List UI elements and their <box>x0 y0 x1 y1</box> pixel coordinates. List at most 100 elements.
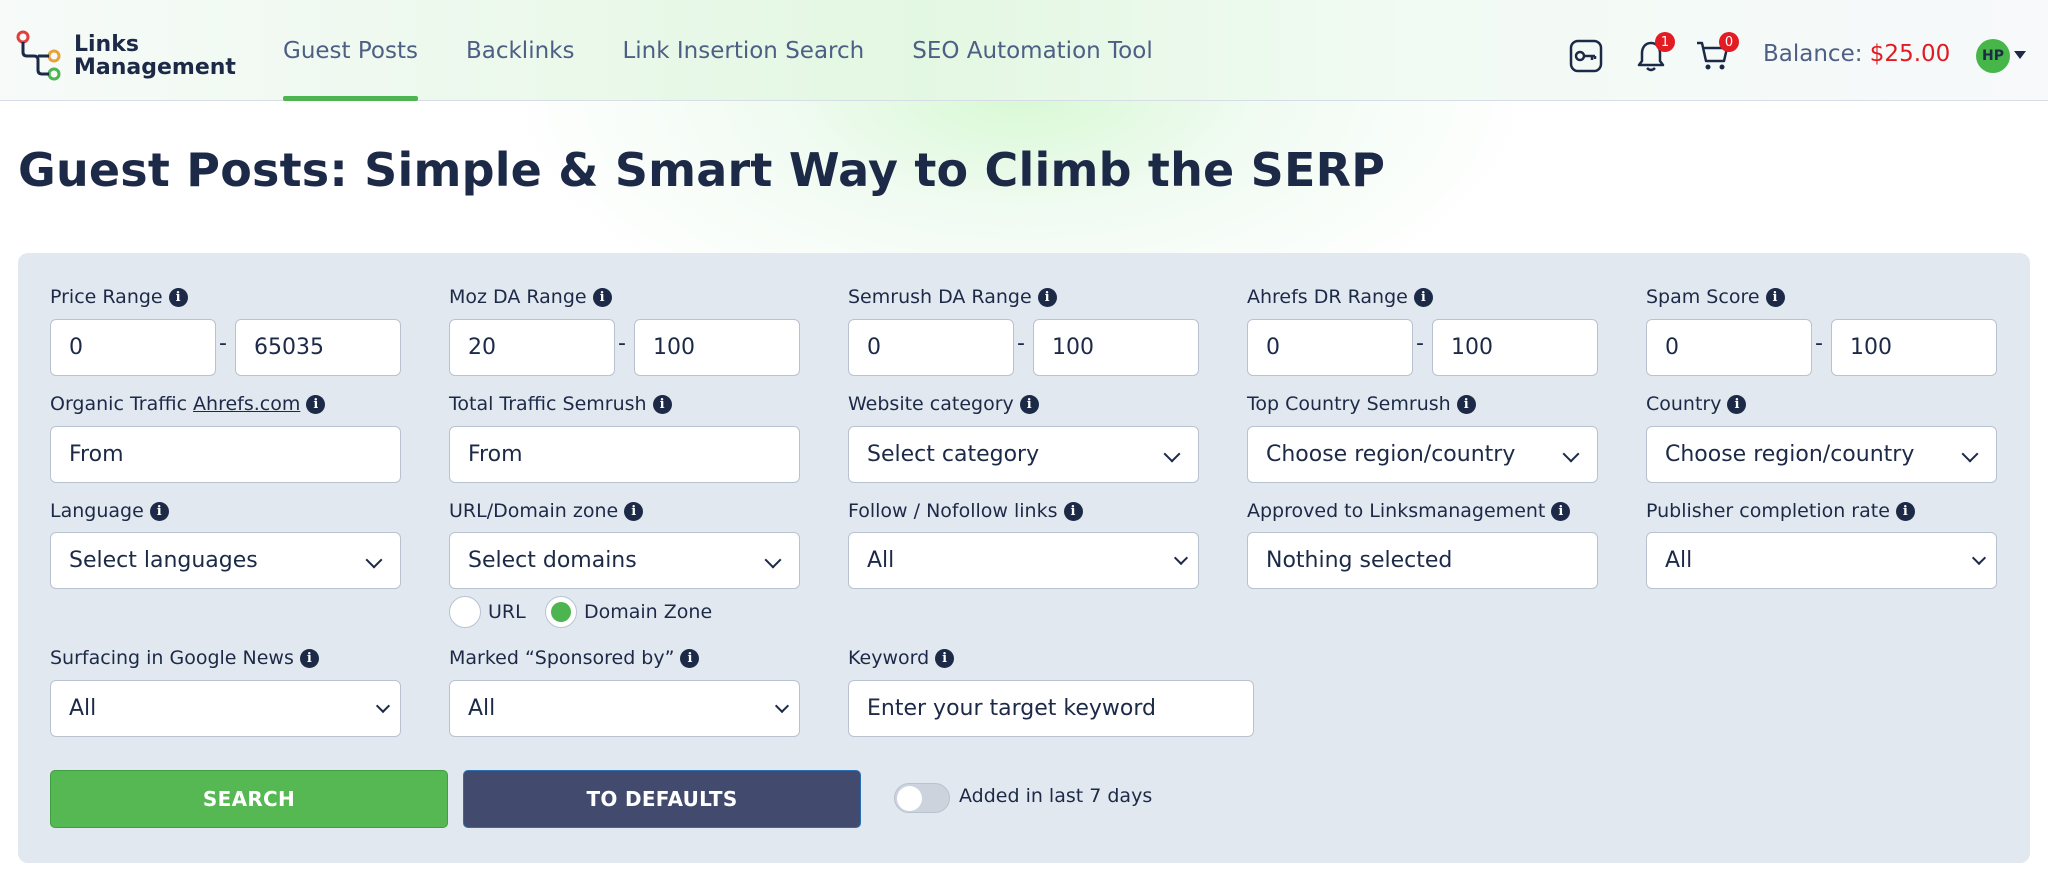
url-radio[interactable] <box>449 596 481 628</box>
info-icon[interactable]: i <box>1063 501 1083 521</box>
notifications-badge: 1 <box>1655 32 1675 52</box>
logo[interactable]: Links Management <box>16 28 246 84</box>
balance-label: Balance: <box>1763 41 1863 67</box>
google-news-label: Surfacing in Google News i <box>50 647 319 669</box>
follow-label: Follow / Nofollow links i <box>848 500 1083 522</box>
price-min-input[interactable]: 0 <box>50 319 216 376</box>
ahrefs-dr-min-input[interactable]: 0 <box>1247 319 1413 376</box>
approved-label: Approved to Linksmanagement i <box>1247 500 1571 522</box>
cart-badge: 0 <box>1719 32 1739 52</box>
country-label-text: Country <box>1646 393 1722 415</box>
info-icon[interactable]: i <box>299 648 319 668</box>
language-value: Select languages <box>69 548 258 573</box>
chevron-down-icon <box>1562 445 1580 463</box>
domains-select[interactable]: Select domains <box>449 532 800 589</box>
domain-zone-radio-label[interactable]: Domain Zone <box>584 601 712 623</box>
chevron-down-icon <box>365 551 383 569</box>
moz-da-label: Moz DA Range i <box>449 286 612 308</box>
spam-score-max-input[interactable]: 100 <box>1831 319 1997 376</box>
top-navigation-bar: Links Management Guest Posts Backlinks L… <box>0 0 2048 101</box>
url-radio-label[interactable]: URL <box>488 601 526 623</box>
domain-zone-radio[interactable] <box>545 596 577 628</box>
info-icon[interactable]: i <box>592 287 612 307</box>
range-dash: - <box>1416 331 1424 356</box>
moz-da-max-input[interactable]: 100 <box>634 319 800 376</box>
sponsored-select[interactable]: All <box>449 680 800 737</box>
info-icon[interactable]: i <box>652 394 672 414</box>
avatar[interactable]: HP <box>1976 39 2010 73</box>
follow-select[interactable]: All <box>848 532 1199 589</box>
filter-panel: Price Range i 0 - 65035 Moz DA Range i 20 … <box>18 253 2030 863</box>
logo-text-line1: Links <box>74 32 139 57</box>
price-range-label: Price Range i <box>50 286 188 308</box>
price-max-input[interactable]: 65035 <box>235 319 401 376</box>
nav-link-insertion-search[interactable]: Link Insertion Search <box>622 0 864 101</box>
top-country-label: Top Country Semrush i <box>1247 393 1476 415</box>
ahrefs-dr-max-input[interactable]: 100 <box>1432 319 1598 376</box>
info-icon[interactable]: i <box>1551 501 1571 521</box>
chevron-down-icon <box>375 698 391 714</box>
organic-traffic-label-text: Organic Traffic <box>50 393 188 415</box>
key-button[interactable] <box>1568 38 1604 74</box>
info-icon[interactable]: i <box>1019 394 1039 414</box>
nav-backlinks[interactable]: Backlinks <box>466 0 575 101</box>
info-icon[interactable]: i <box>1895 501 1915 521</box>
info-icon[interactable]: i <box>1037 287 1057 307</box>
info-icon[interactable]: i <box>1413 287 1433 307</box>
moz-da-min-input[interactable]: 20 <box>449 319 615 376</box>
total-traffic-label: Total Traffic Semrush i <box>449 393 672 415</box>
approved-select[interactable]: Nothing selected <box>1247 532 1598 589</box>
moz-da-label-text: Moz DA Range <box>449 286 587 308</box>
follow-label-text: Follow / Nofollow links <box>848 500 1058 522</box>
google-news-value: All <box>69 696 97 721</box>
to-defaults-button[interactable]: TO DEFAULTS <box>463 770 861 828</box>
search-button[interactable]: SEARCH <box>50 770 448 828</box>
notifications-button[interactable]: 1 <box>1635 32 1675 74</box>
completion-rate-label-text: Publisher completion rate <box>1646 500 1890 522</box>
google-news-select[interactable]: All <box>50 680 401 737</box>
keyword-input[interactable]: Enter your target keyword <box>848 680 1254 737</box>
country-select[interactable]: Choose region/country <box>1646 426 1997 483</box>
logo-text-line2: Management <box>74 55 236 80</box>
website-category-label: Website category i <box>848 393 1039 415</box>
cart-button[interactable]: 0 <box>1695 32 1739 74</box>
main-nav: Guest Posts Backlinks Link Insertion Sea… <box>283 0 1201 101</box>
spam-score-label: Spam Score i <box>1646 286 1785 308</box>
top-country-select[interactable]: Choose region/country <box>1247 426 1598 483</box>
language-label: Language i <box>50 500 169 522</box>
info-icon[interactable]: i <box>306 394 326 414</box>
added-last-7-days-label: Added in last 7 days <box>959 785 1153 807</box>
semrush-da-min-input[interactable]: 0 <box>848 319 1014 376</box>
top-country-label-text: Top Country Semrush <box>1247 393 1451 415</box>
organic-traffic-input[interactable]: From <box>50 426 401 483</box>
info-icon[interactable]: i <box>1765 287 1785 307</box>
total-traffic-input[interactable]: From <box>449 426 800 483</box>
ahrefs-link[interactable]: Ahrefs.com <box>193 393 300 415</box>
nav-guest-posts[interactable]: Guest Posts <box>283 0 418 101</box>
completion-rate-select[interactable]: All <box>1646 532 1997 589</box>
website-category-label-text: Website category <box>848 393 1014 415</box>
info-icon[interactable]: i <box>680 648 700 668</box>
nav-seo-automation-tool[interactable]: SEO Automation Tool <box>912 0 1153 101</box>
info-icon[interactable]: i <box>149 501 169 521</box>
website-category-value: Select category <box>867 442 1040 467</box>
domains-value: Select domains <box>468 548 637 573</box>
chevron-down-icon[interactable] <box>2014 51 2026 59</box>
keyword-label: Keyword i <box>848 647 955 669</box>
semrush-da-max-input[interactable]: 100 <box>1033 319 1199 376</box>
info-icon[interactable]: i <box>1727 394 1747 414</box>
sponsored-value: All <box>468 696 496 721</box>
info-icon[interactable]: i <box>1456 394 1476 414</box>
price-range-label-text: Price Range <box>50 286 163 308</box>
language-select[interactable]: Select languages <box>50 532 401 589</box>
spam-score-min-input[interactable]: 0 <box>1646 319 1812 376</box>
info-icon[interactable]: i <box>935 648 955 668</box>
range-dash: - <box>1815 331 1823 356</box>
info-icon[interactable]: i <box>624 501 644 521</box>
semrush-da-label: Semrush DA Range i <box>848 286 1057 308</box>
url-domain-zone-label: URL/Domain zone i <box>449 500 644 522</box>
info-icon[interactable]: i <box>168 287 188 307</box>
page-title: Guest Posts: Simple & Smart Way to Climb… <box>18 143 1386 197</box>
website-category-select[interactable]: Select category <box>848 426 1199 483</box>
added-last-7-days-toggle[interactable] <box>894 783 950 813</box>
